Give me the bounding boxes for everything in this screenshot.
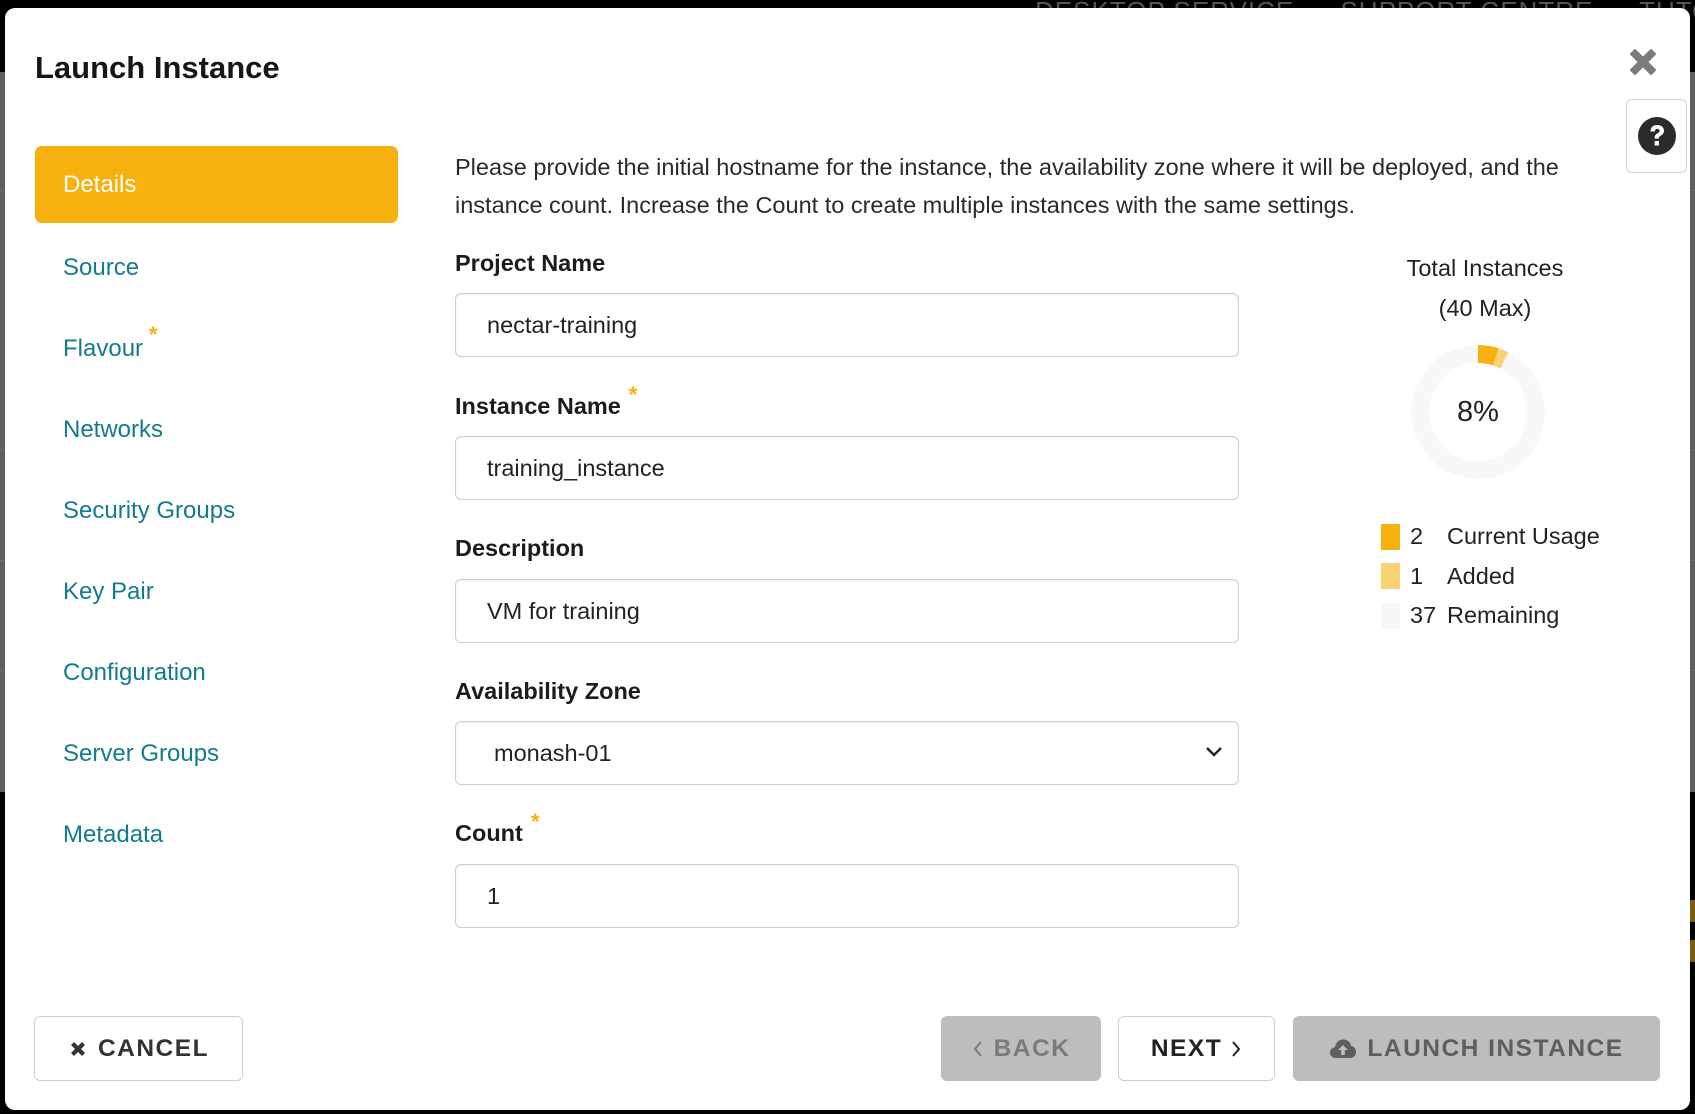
step-security-groups[interactable]: Security Groups [35, 470, 398, 551]
instance-name-input[interactable]: training_instance [455, 436, 1239, 500]
launch-label: LAUNCH INSTANCE [1367, 1034, 1624, 1062]
close-icon [1630, 49, 1656, 75]
next-label: NEXT [1150, 1034, 1223, 1062]
chevron-left-icon [972, 1039, 984, 1059]
instance-quota-chart: Total Instances (40 Max) [1335, 248, 1635, 328]
chevron-down-icon [1206, 747, 1222, 757]
step-label: Networks [63, 416, 164, 443]
step-label: Security Groups [63, 497, 236, 524]
project-name-field[interactable]: nectar-training [455, 293, 1239, 357]
description-input[interactable]: VM for training [455, 579, 1239, 643]
wizard-steps-nav: Details Source Flavour* Networks Securit… [35, 146, 398, 875]
required-asterisk-icon: * [530, 809, 540, 834]
question-circle-icon [1637, 117, 1676, 155]
step-networks[interactable]: Networks [35, 389, 398, 470]
help-button[interactable] [1626, 99, 1687, 173]
availability-zone-label: Availability Zone [455, 678, 641, 704]
donut-percent-label: 8% [1457, 395, 1499, 428]
legend-swatch [1381, 523, 1400, 550]
availability-zone-selected: monash-01 [494, 740, 612, 766]
project-name-label: Project Name [455, 250, 606, 276]
step-key-pair[interactable]: Key Pair [35, 551, 398, 632]
count-label: Count * [455, 809, 540, 846]
required-asterisk-icon: * [628, 382, 638, 407]
step-label: Key Pair [63, 578, 154, 605]
chevron-right-icon [1230, 1039, 1242, 1059]
legend-label: Remaining [1447, 602, 1560, 629]
step-label: Configuration [63, 659, 206, 686]
step-label: Source [63, 254, 140, 281]
launch-instance-button[interactable]: LAUNCH INSTANCE [1293, 1016, 1660, 1081]
instance-name-label: Instance Name * [455, 382, 638, 419]
step-server-groups[interactable]: Server Groups [35, 713, 398, 794]
quota-donut: 8% [1408, 342, 1548, 482]
description-label: Description [455, 535, 585, 561]
step-metadata[interactable]: Metadata [35, 794, 398, 875]
dialog-title: Launch Instance [35, 50, 280, 85]
close-button[interactable] [1625, 44, 1661, 80]
close-icon [68, 1039, 88, 1059]
cancel-button[interactable]: CANCEL [34, 1016, 243, 1081]
legend-value: 1 [1410, 562, 1424, 589]
step-label: Flavour [63, 335, 144, 362]
step-details[interactable]: Details [35, 146, 398, 223]
step-label: Server Groups [63, 740, 220, 767]
launch-instance-dialog: Launch Instance Details Source Flavour* … [5, 8, 1690, 1110]
back-button[interactable]: BACK [941, 1016, 1101, 1081]
next-button[interactable]: NEXT [1118, 1016, 1275, 1081]
cancel-label: CANCEL [97, 1034, 210, 1062]
legend-label: Current Usage [1447, 523, 1600, 550]
legend-item: 37 Remaining [1381, 596, 1600, 636]
back-label: BACK [993, 1034, 1071, 1062]
legend-value: 37 [1410, 602, 1437, 629]
count-input[interactable]: 1 [455, 864, 1239, 928]
step-description: Please provide the initial hostname for … [455, 154, 1559, 218]
step-label: Metadata [63, 821, 164, 848]
chart-title: Total Instances [1406, 255, 1564, 281]
legend-swatch [1381, 563, 1400, 590]
step-configuration[interactable]: Configuration [35, 632, 398, 713]
required-asterisk-icon: * [149, 322, 158, 347]
chart-subtitle: (40 Max) [1438, 295, 1532, 321]
legend-item: 2 Current Usage [1381, 517, 1600, 557]
step-source[interactable]: Source [35, 227, 398, 308]
chart-legend: 2 Current Usage 1 Added 37 Remaining [1381, 517, 1600, 636]
cloud-upload-icon [1329, 1037, 1357, 1061]
step-label: Details [63, 171, 137, 198]
legend-swatch [1381, 602, 1400, 629]
legend-label: Added [1447, 562, 1515, 589]
legend-value: 2 [1410, 523, 1424, 550]
availability-zone-select[interactable]: monash-01 [455, 721, 1239, 785]
step-flavour[interactable]: Flavour* [35, 308, 398, 389]
legend-item: 1 Added [1381, 557, 1600, 597]
